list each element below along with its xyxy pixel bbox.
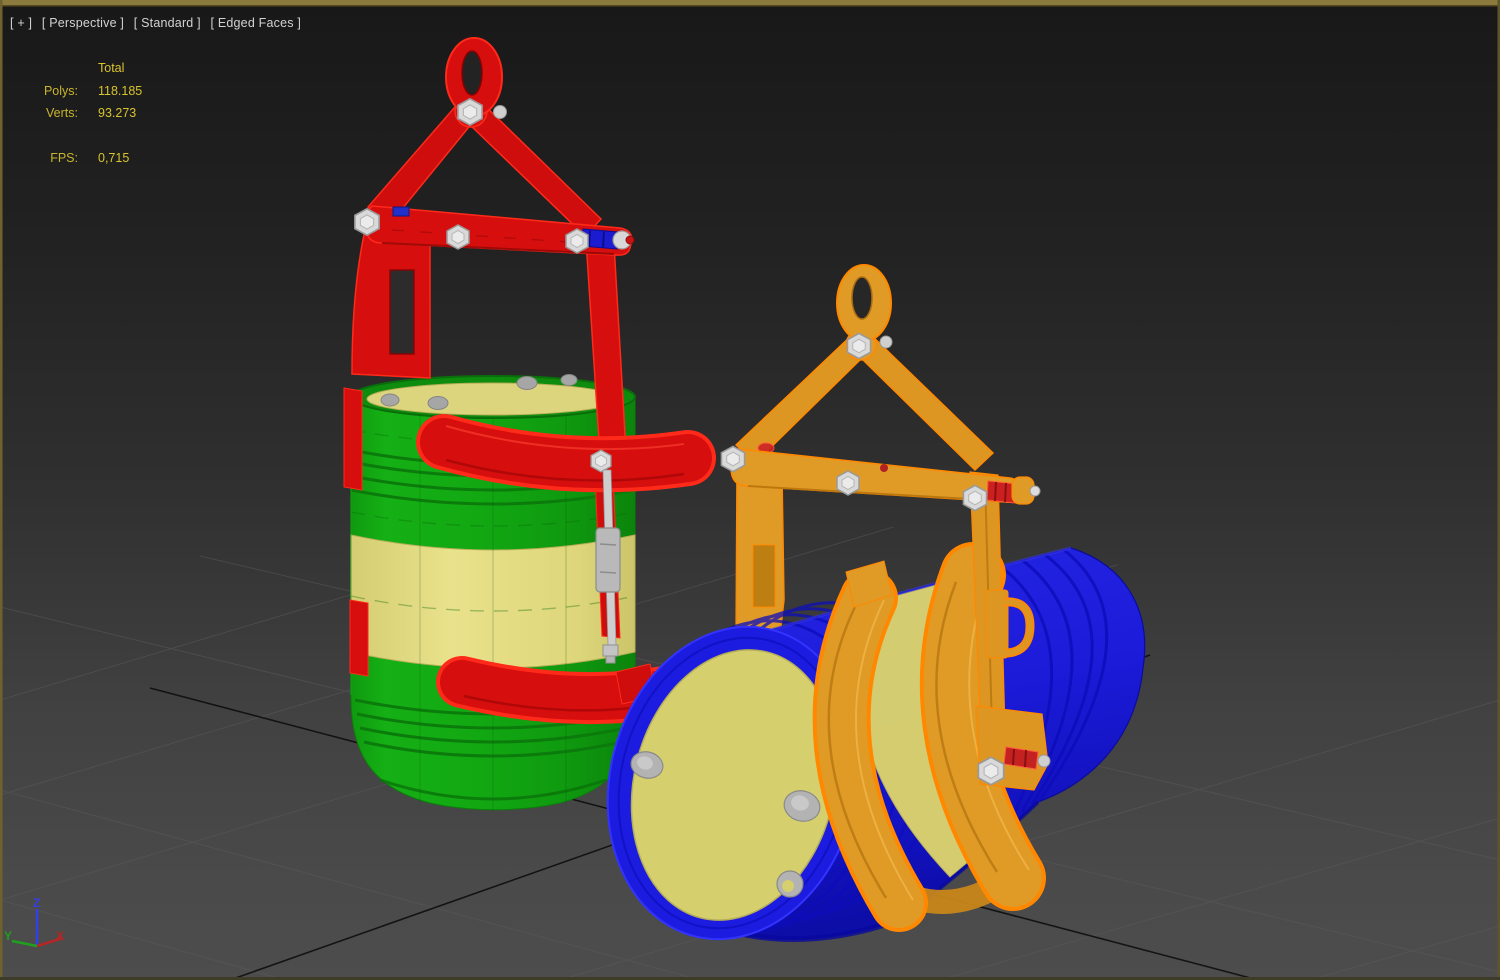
- red-lifter-blue-pin: [582, 229, 634, 249]
- stats-total-header: Total: [98, 61, 124, 75]
- statistics-overlay: Total Polys: 118.185 Verts: 93.273 FPS: …: [20, 0, 190, 200]
- stats-fps-label: FPS:: [20, 151, 78, 165]
- orange-lifter-lower-pivot: [976, 706, 1050, 790]
- stats-verts-label: Verts:: [20, 106, 78, 120]
- stats-polys-value: 118.185: [98, 84, 142, 98]
- viewport-3d-canvas[interactable]: Z X Y: [0, 0, 1500, 980]
- max-viewport[interactable]: Z X Y [ + ] [ Perspective ] [ Standard ]…: [0, 0, 1500, 980]
- axis-z-label: Z: [33, 896, 40, 910]
- viewport-style-menu[interactable]: [ Edged Faces ]: [211, 16, 302, 30]
- stats-verts-value: 93.273: [98, 106, 136, 120]
- stats-fps-value: 0,715: [98, 151, 129, 165]
- axis-x-label: X: [56, 929, 64, 943]
- axis-y-label: Y: [4, 929, 12, 943]
- stats-polys-label: Polys:: [20, 84, 78, 98]
- red-lifter-leg-window: [390, 270, 414, 354]
- green-drum-lid: [367, 383, 619, 415]
